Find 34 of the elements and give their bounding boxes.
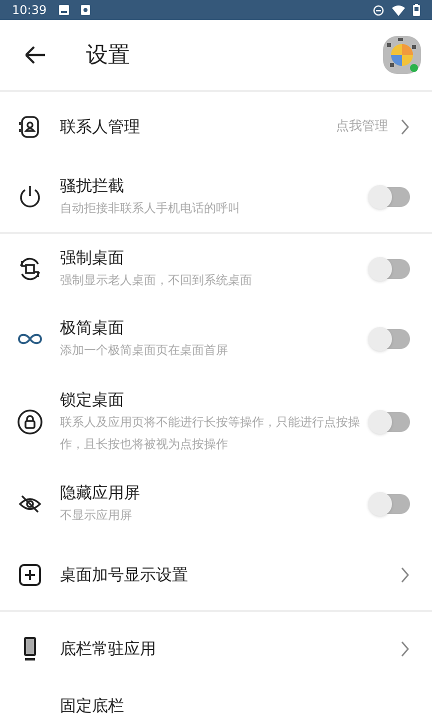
toggle-switch[interactable] xyxy=(370,187,410,207)
chevron-right-icon[interactable] xyxy=(400,119,410,135)
toggle-switch[interactable] xyxy=(370,259,410,279)
page-title: 设置 xyxy=(86,42,130,70)
setting-title: 桌面加号显示设置 xyxy=(60,564,189,586)
setting-title: 强制桌面 xyxy=(60,247,125,269)
chevron-right-icon[interactable] xyxy=(400,641,410,657)
image-icon xyxy=(58,5,69,15)
setting-description: 强制显示老人桌面，不回到系统桌面 xyxy=(60,272,253,289)
power-icon xyxy=(17,184,43,210)
setting-title: 骚扰拦截 xyxy=(60,175,125,197)
setting-description: 添加一个极简桌面页在桌面首屏 xyxy=(60,342,229,359)
setting-description: 联系人及应用页将不能进行长按等操作，只能进行点按操作，且长按也将被视为点按操作 xyxy=(60,414,361,452)
setting-title: 联系人管理 xyxy=(60,116,141,138)
setting-description: 自动拒接非联系人手机电话的呼叫 xyxy=(60,200,241,217)
setting-title: 隐藏应用屏 xyxy=(60,482,141,504)
battery-icon xyxy=(413,4,420,16)
setting-title: 极简桌面 xyxy=(60,317,125,339)
manage-link[interactable]: 点我管理 xyxy=(336,117,388,137)
plus-square-icon xyxy=(17,562,43,588)
do-not-disturb-icon xyxy=(373,4,384,16)
setting-title: 锁定桌面 xyxy=(60,388,125,410)
rotate-screen-icon xyxy=(17,256,43,282)
chevron-right-icon[interactable] xyxy=(400,566,410,582)
status-time: 10:39 xyxy=(12,2,47,19)
toggle-switch[interactable] xyxy=(370,329,410,349)
toggle-switch[interactable] xyxy=(370,494,410,514)
setting-title: 固定底栏 xyxy=(60,695,125,717)
back-arrow-icon xyxy=(24,46,46,64)
lock-icon xyxy=(17,408,43,434)
wifi-icon xyxy=(392,4,405,16)
setting-title: 底栏常驻应用 xyxy=(60,638,157,660)
toggle-switch[interactable] xyxy=(370,412,410,432)
setting-description: 不显示应用屏 xyxy=(60,507,133,524)
